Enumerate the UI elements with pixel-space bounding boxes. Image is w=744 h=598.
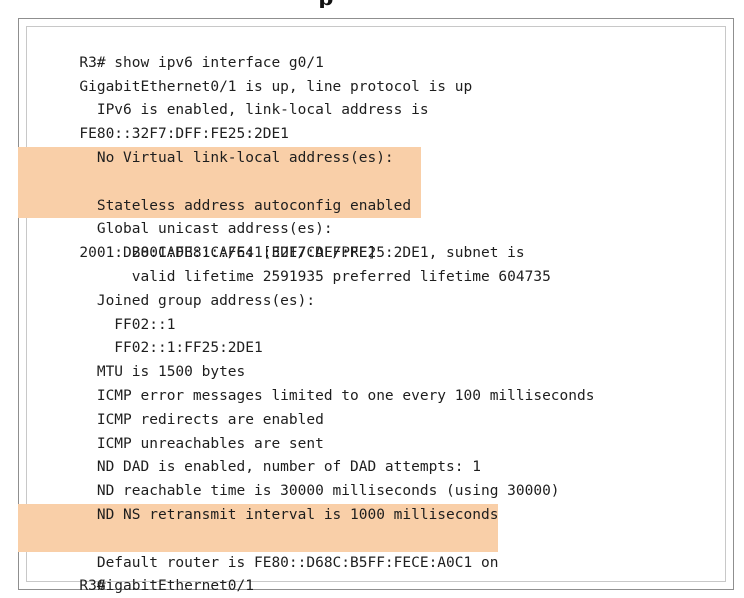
- terminal-line-text: FF02::1:FF25:2DE1: [79, 340, 263, 357]
- terminal-line-highlighted: GigabitEthernet0/1: [18, 527, 594, 594]
- terminal-line-text: ICMP unreachables are sent: [79, 435, 324, 452]
- terminal-prompt-text: R3#: [79, 578, 106, 595]
- terminal-line-text: ICMP redirects are enabled: [79, 411, 324, 428]
- terminal-line-text: GigabitEthernet0/1 is up, line protocol …: [79, 78, 473, 95]
- terminal-line-text: valid lifetime 2591935 preferred lifetim…: [79, 268, 551, 285]
- terminal-line-text: Global unicast address(es):: [79, 221, 333, 238]
- title-fragment: p: [318, 0, 388, 8]
- command-text: R3# show ipv6 interface g0/1: [79, 54, 324, 71]
- terminal-line-text: ICMP error messages limited to one every…: [79, 387, 595, 404]
- terminal-line-text: 2001:DB8:CAFE:1::/64 [EUI/CAL/PRE]: [79, 245, 377, 262]
- terminal-output: R3# show ipv6 interface g0/1 GigabitEthe…: [18, 28, 595, 594]
- terminal-line-highlighted: Global unicast address(es):: [18, 170, 594, 237]
- terminal-line-text: FE80::32F7:DFF:FE25:2DE1: [79, 126, 289, 143]
- terminal-line-text: FF02::1: [79, 316, 176, 333]
- terminal-line-text: Stateless address autoconfig enabled: [79, 197, 412, 214]
- terminal-line-text: Joined group address(es):: [79, 292, 316, 309]
- terminal-line-text: Default router is FE80::D68C:B5FF:FECE:A…: [79, 554, 499, 571]
- terminal-line-text: ND NS retransmit interval is 1000 millis…: [79, 506, 499, 523]
- terminal-line-text: ND DAD is enabled, number of DAD attempt…: [79, 459, 481, 476]
- terminal-line-text: ND reachable time is 30000 milliseconds …: [79, 483, 560, 500]
- highlight-band: [18, 170, 421, 195]
- terminal-line-text: No Virtual link-local address(es):: [79, 149, 394, 166]
- cli-screenshot: p R3# show ipv6 interface g0/1 GigabitEt…: [0, 0, 744, 598]
- terminal-line-text: MTU is 1500 bytes: [79, 364, 246, 381]
- terminal-line-command: R3# show ipv6 interface g0/1: [27, 28, 594, 71]
- highlight-band: [18, 527, 498, 552]
- terminal-line-text: IPv6 is enabled, link-local address is: [79, 102, 429, 119]
